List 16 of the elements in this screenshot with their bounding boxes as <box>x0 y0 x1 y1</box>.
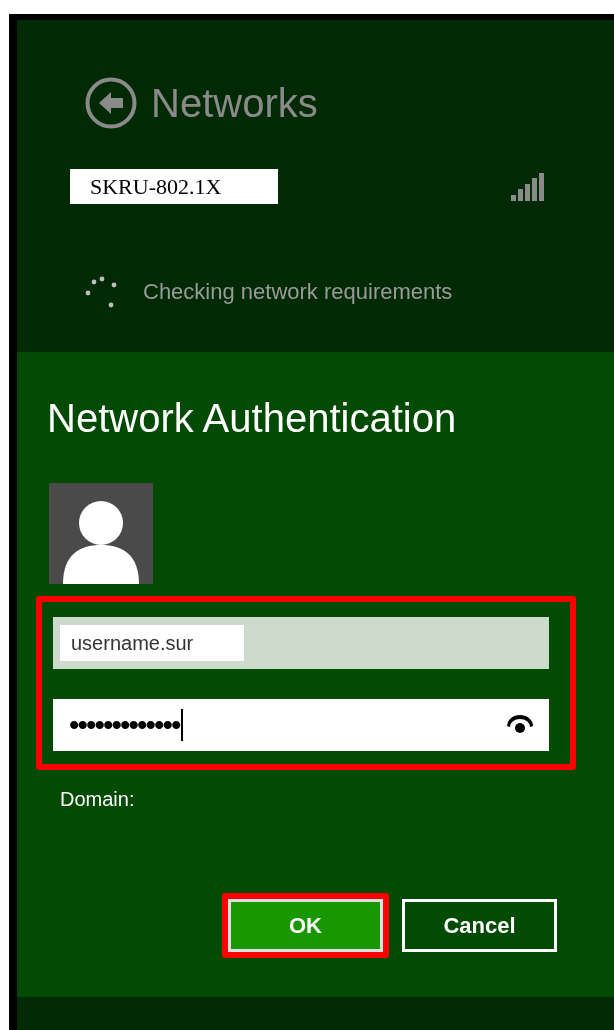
avatar-icon <box>49 483 153 584</box>
dialog-title: Network Authentication <box>47 398 458 438</box>
username-field[interactable]: username.sur <box>53 617 549 669</box>
page-title: Networks <box>151 83 318 123</box>
reveal-password-icon[interactable] <box>505 715 535 735</box>
back-icon[interactable] <box>85 77 137 129</box>
status-text: Checking network requirements <box>143 278 453 306</box>
password-field[interactable]: ••••••••••••• <box>53 699 549 751</box>
cancel-button[interactable]: Cancel <box>402 899 557 952</box>
password-value: ••••••••••••• <box>69 710 180 740</box>
ok-button[interactable]: OK <box>228 899 383 952</box>
username-value: username.sur <box>60 625 244 661</box>
network-name: SKRU-802.1X <box>70 169 278 204</box>
domain-label: Domain: <box>60 787 136 812</box>
signal-icon <box>511 172 545 201</box>
spinner-icon <box>85 275 117 308</box>
